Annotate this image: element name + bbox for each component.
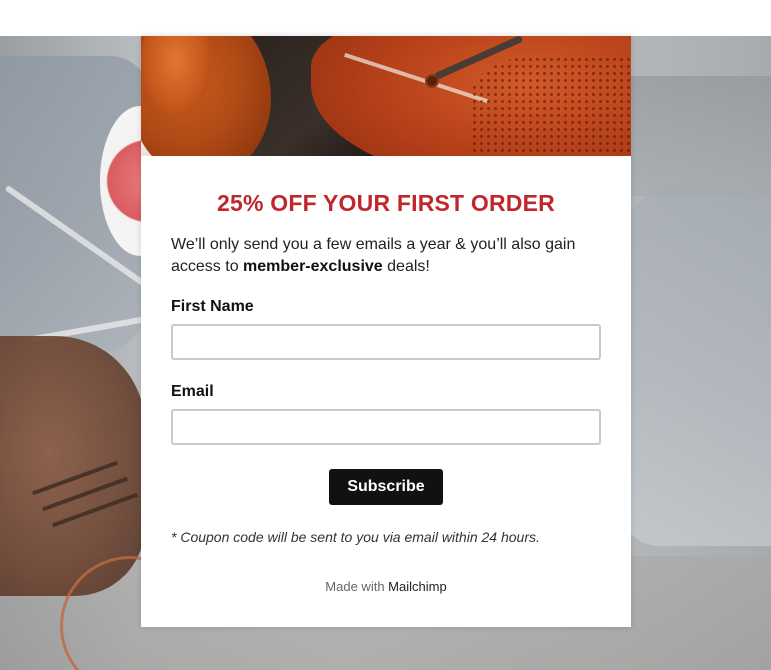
offer-heading: 25% OFF YOUR FIRST ORDER [217,190,555,216]
background-jeans-right [620,186,771,546]
intro-text-bold: member-exclusive [243,258,383,275]
hero-image [141,36,631,156]
email-label: Email [171,383,214,400]
coupon-note: * Coupon code will be sent to you via em… [171,529,540,545]
hero-shoe-left [141,36,271,156]
background-shoe-right [630,76,771,196]
signup-popup: 25% OFF YOUR FIRST ORDER We’ll only send… [141,36,631,627]
mailchimp-link[interactable]: Mailchimp [388,579,447,594]
made-with-mailchimp: Made with Mailchimp [171,579,601,594]
button-row: Subscribe [171,469,601,505]
email-field[interactable] [171,409,601,445]
hero-shoe-left-inner [141,36,211,116]
first-name-label: First Name [171,298,254,315]
made-with-prefix: Made with [325,579,385,594]
intro-text-end: deals! [387,258,430,275]
intro-text: We’ll only send you a few emails a year … [171,234,601,278]
hero-shoe-perforation [471,56,631,156]
popup-content: 25% OFF YOUR FIRST ORDER We’ll only send… [141,190,631,594]
subscribe-button[interactable]: Subscribe [329,469,443,505]
first-name-field[interactable] [171,324,601,360]
